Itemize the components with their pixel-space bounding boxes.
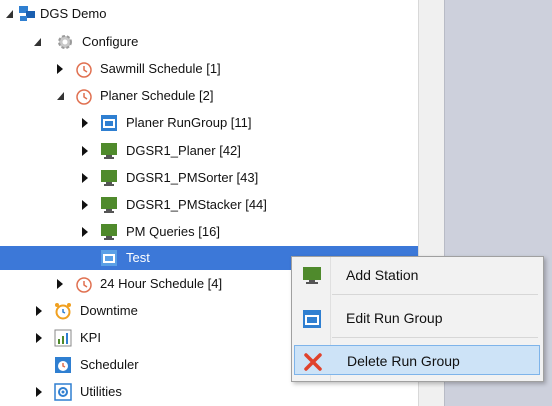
collapsed-arrow-icon[interactable] [55, 278, 65, 290]
collapsed-arrow-icon[interactable] [34, 386, 44, 398]
tree-label: PM Queries [16] [126, 224, 220, 239]
monitor-icon [101, 224, 117, 240]
menu-separator [332, 337, 538, 338]
tree-node-pm-queries[interactable]: PM Queries [16] [0, 220, 418, 244]
tree-node-dgsr1-planer[interactable]: DGSR1_Planer [42] [0, 139, 418, 163]
tree-node-utilities[interactable]: Utilities [0, 380, 418, 404]
collapsed-arrow-icon[interactable] [80, 199, 90, 211]
tree-node-planer-rungroup[interactable]: Planer RunGroup [11] [0, 111, 418, 135]
tree-node-dgsr1-pmstacker[interactable]: DGSR1_PMStacker [44] [0, 193, 418, 217]
menu-item-label: Edit Run Group [346, 310, 443, 326]
tree-label: Scheduler [80, 357, 139, 372]
tree-label: Downtime [80, 303, 138, 318]
tree-node-sawmill-schedule[interactable]: Sawmill Schedule [1] [0, 57, 418, 81]
collapsed-arrow-icon[interactable] [34, 332, 44, 344]
collapsed-arrow-icon[interactable] [80, 172, 90, 184]
tree-node-planer-schedule[interactable]: Planer Schedule [2] [0, 84, 418, 108]
expanded-arrow-icon[interactable] [56, 90, 66, 102]
menu-item-delete-run-group[interactable]: Delete Run Group [294, 345, 540, 375]
tree-label: DGSR1_PMStacker [44] [126, 197, 267, 212]
menu-item-label: Add Station [346, 267, 419, 283]
tree-label: Test [126, 250, 150, 265]
tree-label: Configure [82, 34, 139, 49]
network-icon [19, 6, 35, 21]
tree-label: Planer Schedule [2] [100, 88, 214, 103]
menu-item-label: Delete Run Group [347, 353, 460, 369]
monitor-icon [101, 197, 117, 213]
tree-node-dgsr1-pmsorter[interactable]: DGSR1_PMSorter [43] [0, 166, 418, 190]
chart-icon [54, 329, 72, 347]
clock-icon [76, 277, 92, 293]
tree-label: DGS Demo [40, 6, 107, 21]
collapsed-arrow-icon[interactable] [34, 305, 44, 317]
monitor-icon [101, 143, 117, 159]
monitor-icon [303, 267, 321, 284]
clock-icon [76, 89, 92, 105]
collapsed-arrow-icon[interactable] [80, 117, 90, 129]
menu-separator [332, 294, 538, 295]
tree-label: DGSR1_PMSorter [43] [126, 170, 259, 185]
expanded-arrow-icon[interactable] [5, 8, 15, 20]
delete-x-icon [304, 353, 322, 371]
tree-label: Planer RunGroup [11] [126, 115, 252, 130]
gear-icon [58, 35, 72, 49]
tree-node-configure[interactable]: Configure [0, 30, 418, 54]
context-menu: Add Station Edit Run Group Delete Run Gr… [291, 256, 544, 382]
expanded-arrow-icon[interactable] [33, 36, 43, 48]
tree-label: 24 Hour Schedule [4] [100, 276, 223, 291]
collapsed-arrow-icon[interactable] [55, 63, 65, 75]
scheduler-icon [55, 357, 71, 373]
collapsed-arrow-icon[interactable] [80, 226, 90, 238]
tree-label: KPI [80, 330, 101, 345]
collapsed-arrow-icon[interactable] [80, 145, 90, 157]
tree-node-dgs-demo[interactable]: DGS Demo [0, 2, 418, 26]
run-group-icon [303, 310, 321, 328]
monitor-icon [101, 170, 117, 186]
run-group-icon [101, 250, 117, 266]
tree-label: DGSR1_Planer [42] [126, 143, 241, 158]
run-group-icon [101, 115, 117, 131]
menu-item-edit-run-group[interactable]: Edit Run Group [294, 303, 540, 333]
menu-item-add-station[interactable]: Add Station [294, 260, 540, 290]
utilities-icon [54, 383, 72, 401]
tree-label: Sawmill Schedule [1] [100, 61, 221, 76]
tree-label: Utilities [80, 384, 122, 399]
alarm-clock-icon [55, 303, 71, 320]
clock-icon [76, 62, 92, 78]
